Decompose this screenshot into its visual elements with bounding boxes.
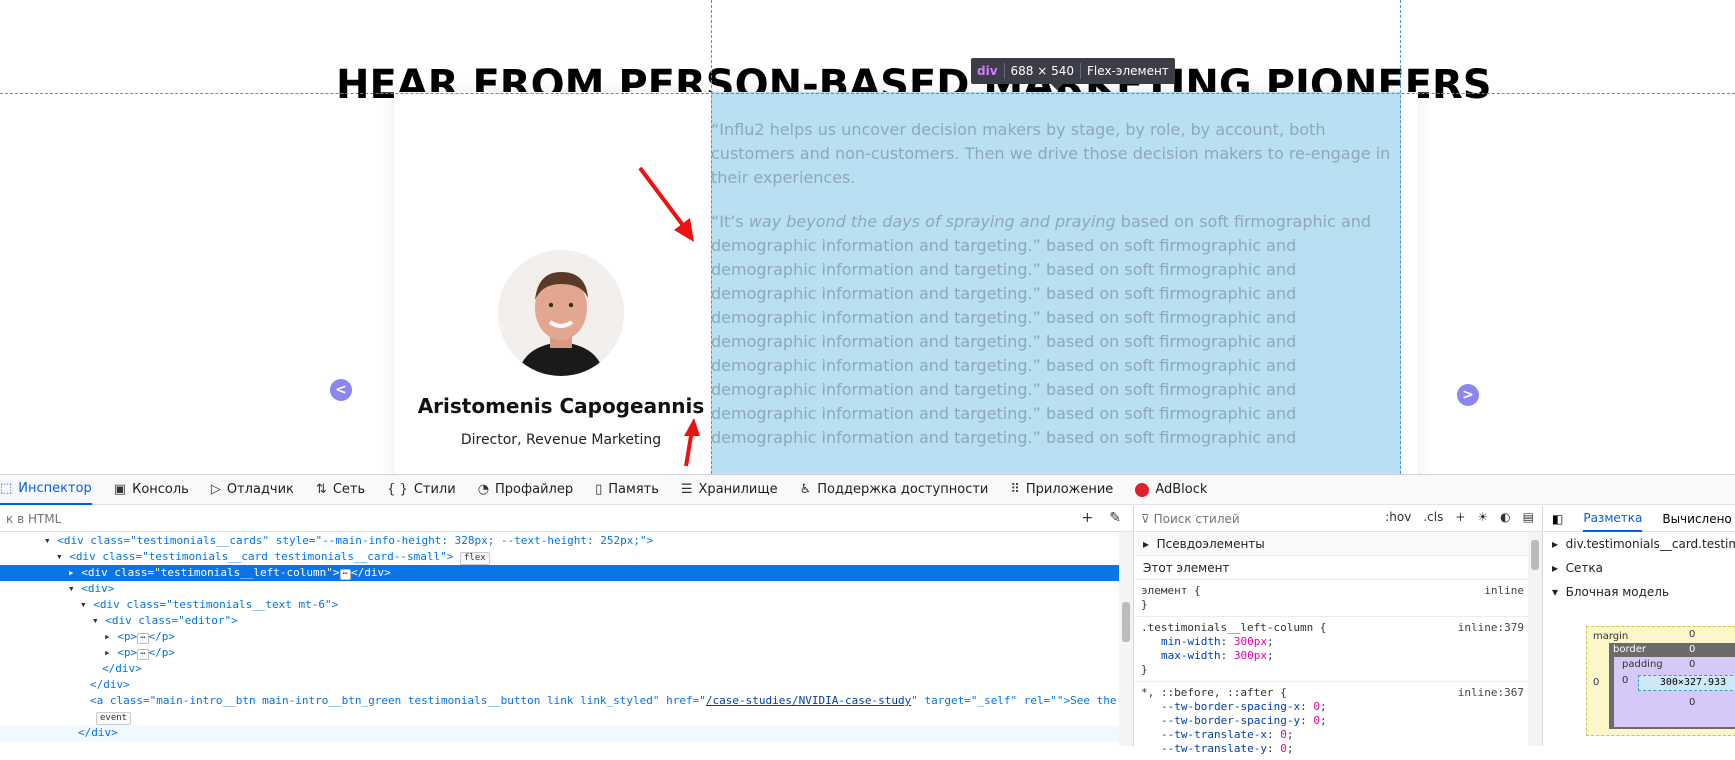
this-element-header: Этот элемент [1135, 556, 1542, 580]
html-pane: к в HTML + ✎ ▾ <div class="testimonials__… [0, 506, 1134, 746]
box-model-section[interactable]: ▾ Блочная модель [1544, 580, 1735, 604]
layout-pane: ◧ Разметка Вычислено ▸ div.testimonials_… [1544, 506, 1735, 746]
rule-source-link[interactable]: inline:379 [1458, 621, 1524, 635]
console-icon: ▣ [113, 482, 127, 497]
markup-tree: ▾ <div class="testimonials__cards" style… [0, 532, 1133, 741]
tree-row[interactable]: </div> [0, 725, 1133, 741]
tab-style-editor[interactable]: { } Стили [387, 475, 456, 505]
markup-scrollbar[interactable] [1119, 532, 1133, 746]
sidebar-toggle-icon[interactable]: ◧ [1552, 512, 1563, 526]
tab-console[interactable]: ▣ Консоль [114, 475, 189, 505]
tree-row[interactable]: ▾ <div class="testimonials__card testimo… [0, 549, 1133, 565]
tab-inspector[interactable]: ⬚ Инспектор [0, 475, 92, 505]
html-search-input[interactable]: к в HTML [6, 512, 61, 526]
devtools-tabbar: ⬚ Инспектор ▣ Консоль ▷ Отладчик ⇅ Сеть { } С… [0, 475, 1735, 505]
annotation-arrow-top [638, 166, 690, 234]
tree-row[interactable]: ▾ <div class="testimonials__cards" style… [0, 533, 1133, 549]
tab-adblock[interactable]: AdBlock [1135, 475, 1207, 505]
tab-memory[interactable]: ▯ Память [595, 475, 659, 505]
storage-icon: ☰ [680, 482, 693, 497]
padding-box: padding 0 0 300×327.933 0 [1614, 657, 1735, 727]
tree-row[interactable]: ▸ <p> ⋯ </p> [0, 645, 1133, 661]
add-node-icon[interactable]: + [1082, 510, 1094, 526]
rule-source-link[interactable]: inline:367 [1458, 686, 1524, 700]
eyedropper-icon[interactable]: ✎ [1109, 510, 1121, 526]
tab-layout[interactable]: Разметка [1583, 506, 1643, 532]
tree-row[interactable]: </div> [0, 677, 1133, 693]
application-icon: ⠿ [1010, 482, 1020, 497]
filter-icon: ⊽ [1141, 511, 1154, 526]
border-box: border 0 padding 0 0 300×327.933 0 [1609, 643, 1735, 729]
page-viewport: HEAR FROM PERSON-BASED MARKETING PIONEER… [0, 0, 1735, 474]
rules-scrollbar[interactable] [1528, 532, 1542, 746]
rule-element: элемент { inline } [1135, 580, 1542, 617]
print-media-icon[interactable]: ▤ [1523, 510, 1534, 524]
adblock-icon [1135, 482, 1150, 497]
memory-icon: ▯ [595, 482, 603, 497]
hov-toggle[interactable]: :hov [1385, 510, 1411, 524]
inspector-icon: ⬚ [0, 481, 13, 496]
tree-row[interactable]: <a class="main-intro__btn main-intro__bt… [0, 693, 1133, 709]
flex-container-row[interactable]: ▸ div.testimonials__card.testimon [1544, 532, 1735, 556]
accessibility-icon: ♿ [799, 482, 812, 497]
content-box: 300×327.933 [1638, 675, 1735, 691]
tab-computed[interactable]: Вычислено [1662, 512, 1731, 526]
rule-left-column: .testimonials__left-column { inline:379 … [1135, 617, 1542, 682]
styles-search-input[interactable]: Поиск стилей [1154, 512, 1240, 526]
profiler-icon: ◔ [477, 482, 490, 497]
box-model-diagram: margin 0 0 border 0 padding 0 0 300×327.… [1586, 626, 1735, 736]
tab-network[interactable]: ⇅ Сеть [316, 475, 365, 505]
tree-row-selected[interactable]: ▸ <div class="testimonials__left-column"… [0, 565, 1133, 581]
tree-row[interactable]: ▸ <p> ⋯ </p> [0, 629, 1133, 645]
tree-row[interactable]: ▾ <div> [0, 581, 1133, 597]
event-badge[interactable]: event [96, 712, 132, 725]
tree-row[interactable]: ▾ <div class="testimonials__text mt-6"> [0, 597, 1133, 613]
light-theme-icon[interactable]: ☀ [1477, 510, 1488, 524]
annotation-arrows [638, 166, 700, 467]
tree-row[interactable]: event [0, 709, 1133, 725]
tab-debugger[interactable]: ▷ Отладчик [211, 475, 294, 505]
network-icon: ⇅ [315, 482, 327, 497]
pseudo-elements-section[interactable]: ▸ Псевдоэлементы [1135, 532, 1542, 556]
debugger-icon: ▷ [210, 482, 221, 497]
devtools-panel: ⬚ Инспектор ▣ Консоль ▷ Отладчик ⇅ Сеть { } С… [0, 474, 1735, 755]
style-editor-icon: { } [387, 482, 408, 497]
add-rule-icon[interactable]: + [1455, 510, 1465, 524]
dark-theme-icon[interactable]: ◐ [1500, 510, 1510, 524]
tree-row[interactable]: </div> [0, 661, 1133, 677]
rule-universal: *, ::before, ::after { inline:367 --tw-b… [1141, 686, 1524, 755]
grid-section[interactable]: ▸ Сетка [1544, 556, 1735, 580]
cls-toggle[interactable]: .cls [1423, 510, 1443, 524]
tab-application[interactable]: ⠿ Приложение [1010, 475, 1113, 505]
tab-accessibility[interactable]: ♿ Поддержка доступности [800, 475, 989, 505]
tree-row[interactable]: ▾ <div class="editor"> [0, 613, 1133, 629]
flex-badge[interactable]: flex [459, 552, 490, 565]
tab-storage[interactable]: ☰ Хранилище [681, 475, 778, 505]
tab-profiler[interactable]: ◔ Профайлер [478, 475, 573, 505]
rules-pane: ⊽ Поиск стилей :hov .cls + ☀ ◐ ▤ ▸ Псевд… [1135, 506, 1543, 755]
